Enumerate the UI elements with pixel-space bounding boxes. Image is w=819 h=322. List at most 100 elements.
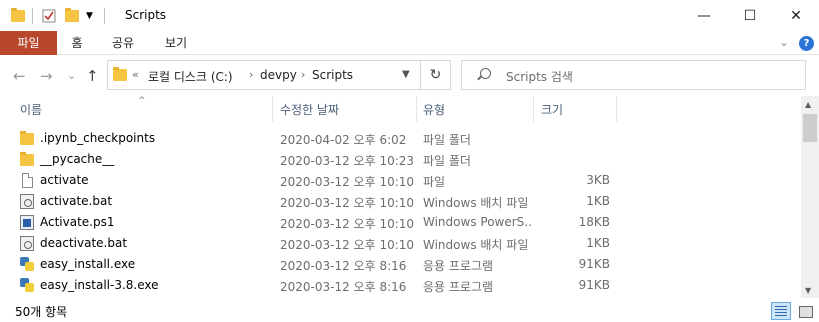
quick-access-dropdown-icon[interactable]: ▼	[86, 8, 93, 24]
file-row[interactable]: .ipynb_checkpoints 2020-04-02 오후 6:02 파일…	[0, 128, 800, 149]
address-bar[interactable]: « 로컬 디스크 (C:) › devpy › Scripts ▼	[107, 60, 421, 90]
tab-file[interactable]: 파일	[0, 31, 57, 55]
file-type: 파일	[423, 175, 446, 189]
search-icon	[480, 68, 491, 79]
file-row[interactable]: easy_install-3.8.exe 2020-03-12 오후 8:16 …	[0, 275, 800, 296]
column-divider[interactable]	[416, 96, 417, 122]
divider	[104, 8, 105, 24]
file-row[interactable]: Activate.ps1 2020-03-12 오후 10:10 Windows…	[0, 212, 800, 233]
column-header-type[interactable]: 유형	[423, 101, 445, 118]
help-icon[interactable]: ?	[799, 36, 814, 51]
maximize-button[interactable]: ☐	[727, 0, 773, 31]
column-header-name[interactable]: 이름	[20, 101, 42, 118]
close-button[interactable]: ✕	[773, 0, 819, 31]
folder-icon	[113, 67, 127, 84]
file-date: 2020-03-12 오후 8:16	[280, 259, 407, 273]
breadcrumb-separator: ›	[301, 68, 306, 81]
search-box[interactable]: Scripts 검색	[461, 60, 806, 90]
sort-up-icon: ^	[138, 96, 146, 106]
file-name: __pycache__	[40, 152, 115, 166]
file-size: 1KB	[586, 194, 610, 208]
tab-home[interactable]: 홈	[57, 31, 97, 55]
file-name: easy_install-3.8.exe	[40, 278, 159, 292]
file-list: .ipynb_checkpoints 2020-04-02 오후 6:02 파일…	[0, 128, 800, 298]
tab-view[interactable]: 보기	[149, 31, 203, 55]
file-row[interactable]: __pycache__ 2020-03-12 오후 10:23 파일 폴더	[0, 149, 800, 170]
folder-icon	[20, 131, 34, 145]
title-bar: ▼ Scripts — ☐ ✕	[0, 0, 819, 31]
details-view-icon[interactable]	[771, 302, 791, 320]
ribbon-tabs: 파일 홈 공유 보기 ⌄	[0, 31, 819, 55]
window-title: Scripts	[125, 8, 167, 22]
file-type: 파일 폴더	[423, 133, 471, 147]
recent-locations-dropdown[interactable]: ⌄	[67, 69, 76, 82]
search-input[interactable]: Scripts 검색	[506, 68, 573, 85]
large-icons-view-icon[interactable]	[795, 302, 815, 320]
up-button[interactable]: ↑	[86, 67, 99, 85]
file-size: 1KB	[586, 236, 610, 250]
file-row[interactable]: easy_install.exe 2020-03-12 오후 8:16 응용 프…	[0, 254, 800, 275]
file-type: 파일 폴더	[423, 154, 471, 168]
breadcrumb-devpy[interactable]: devpy	[260, 68, 297, 82]
file-name: Activate.ps1	[40, 215, 115, 229]
file-row[interactable]: activate 2020-03-12 오후 10:10 파일 3KB	[0, 170, 800, 191]
python-exe-icon	[20, 257, 34, 272]
file-type: Windows 배치 파일	[423, 196, 529, 210]
file-type: 응용 프로그램	[423, 259, 494, 273]
file-date: 2020-03-12 오후 10:23	[280, 154, 415, 168]
file-date: 2020-03-12 오후 10:10	[280, 217, 415, 231]
column-headers: ^ 이름 수정한 날짜 유형 크기	[0, 96, 800, 122]
powershell-file-icon	[20, 215, 34, 230]
back-button[interactable]: ←	[13, 67, 26, 85]
scrollbar-thumb[interactable]	[803, 114, 817, 142]
file-date: 2020-03-12 오후 10:10	[280, 196, 415, 210]
column-divider[interactable]	[533, 96, 534, 122]
scroll-up-icon[interactable]: ▲	[805, 100, 811, 109]
file-type: Windows 배치 파일	[423, 238, 529, 252]
file-name: activate.bat	[40, 194, 113, 208]
item-count: 50개 항목	[15, 305, 68, 319]
breadcrumb-local-disk[interactable]: 로컬 디스크 (C:)	[148, 68, 233, 85]
file-row[interactable]: deactivate.bat 2020-03-12 오후 10:10 Windo…	[0, 233, 800, 254]
file-name: activate	[40, 173, 89, 187]
properties-checkmark-icon[interactable]	[42, 8, 56, 24]
column-header-date[interactable]: 수정한 날짜	[280, 101, 339, 118]
column-divider[interactable]	[272, 96, 273, 122]
file-size: 91KB	[578, 257, 610, 271]
divider	[32, 8, 33, 24]
expand-ribbon-icon[interactable]: ⌄	[779, 35, 789, 49]
navigation-bar: ← → ⌄ ↑ « 로컬 디스크 (C:) › devpy › Scripts …	[0, 56, 819, 96]
file-size: 18KB	[578, 215, 610, 229]
file-date: 2020-03-12 오후 10:10	[280, 238, 415, 252]
file-row[interactable]: activate.bat 2020-03-12 오후 10:10 Windows…	[0, 191, 800, 212]
tab-share[interactable]: 공유	[97, 31, 149, 55]
file-icon	[22, 173, 33, 188]
batch-file-icon	[20, 236, 34, 251]
new-folder-icon[interactable]	[65, 8, 79, 24]
file-type: 응용 프로그램	[423, 280, 494, 294]
breadcrumb-overflow[interactable]: «	[132, 68, 139, 81]
file-type: Windows PowerS...	[423, 215, 533, 229]
folder-icon	[20, 152, 34, 166]
column-header-size[interactable]: 크기	[541, 101, 563, 118]
column-divider[interactable]	[616, 96, 617, 122]
vertical-scrollbar[interactable]: ▲ ▼	[801, 96, 819, 298]
file-name: deactivate.bat	[40, 236, 128, 250]
refresh-button[interactable]: ↻	[421, 60, 451, 90]
forward-button[interactable]: →	[40, 67, 53, 85]
folder-icon	[11, 8, 25, 24]
minimize-button[interactable]: —	[681, 0, 727, 31]
file-size: 91KB	[578, 278, 610, 292]
file-name: .ipynb_checkpoints	[40, 131, 156, 145]
address-dropdown-icon[interactable]: ▼	[402, 69, 410, 80]
file-date: 2020-04-02 오후 6:02	[280, 133, 407, 147]
scroll-down-icon[interactable]: ▼	[805, 286, 811, 295]
status-bar: 50개 항목	[0, 300, 819, 322]
file-date: 2020-03-12 오후 8:16	[280, 280, 407, 294]
file-date: 2020-03-12 오후 10:10	[280, 175, 415, 189]
breadcrumb-scripts[interactable]: Scripts	[312, 68, 353, 82]
batch-file-icon	[20, 194, 34, 209]
file-name: easy_install.exe	[40, 257, 136, 271]
breadcrumb-separator: ›	[249, 68, 254, 81]
python-exe-icon	[20, 278, 34, 293]
